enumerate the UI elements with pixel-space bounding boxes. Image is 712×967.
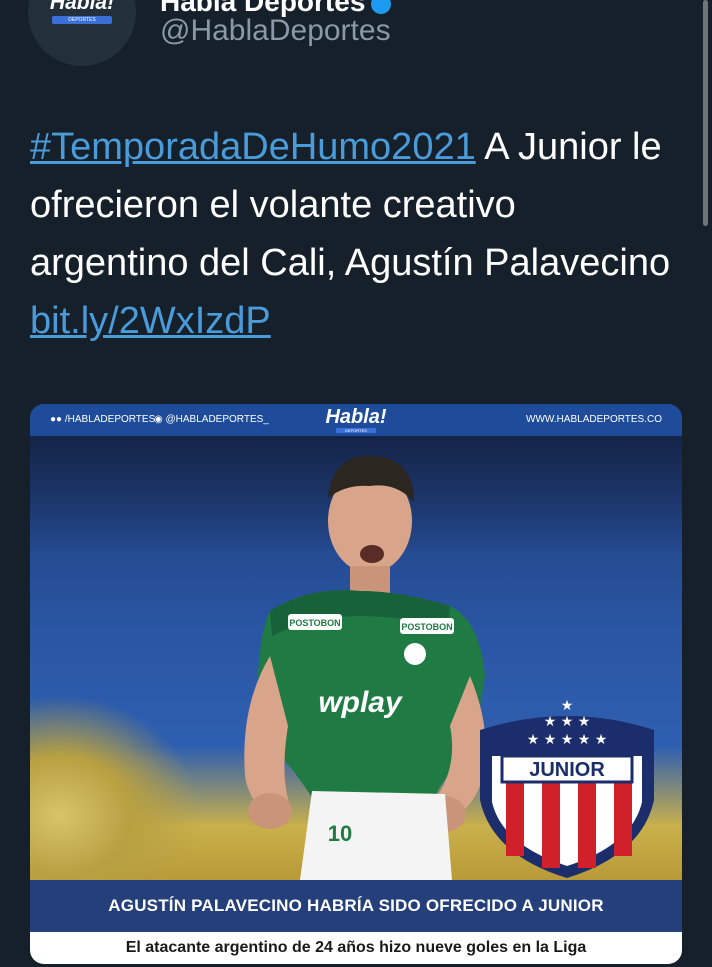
tweet-media-card[interactable]: ●● /HABLADEPORTES ◉ @HABLADEPORTES_ Habl…: [30, 404, 682, 964]
card-header-bar: ●● /HABLADEPORTES ◉ @HABLADEPORTES_ Habl…: [30, 404, 682, 436]
avatar-logo-subtext: DEPORTES: [52, 16, 112, 24]
card-headline: AGUSTÍN PALAVECINO HABRÍA SIDO OFRECIDO …: [30, 880, 682, 932]
player-figure: POSTOBON POSTOBON wplay 10: [244, 455, 486, 880]
badge-text: JUNIOR: [529, 759, 605, 781]
jersey-sponsor-top-left: POSTOBON: [289, 618, 340, 628]
shorts-number: 10: [328, 821, 352, 846]
account-handle[interactable]: @HablaDeportes: [160, 14, 391, 48]
card-subline: El atacante argentino de 24 años hizo nu…: [30, 932, 682, 964]
verified-badge-icon: [371, 0, 392, 14]
junior-badge-icon: JUNIOR ★ ★ ★ ★ ★ ★ ★ ★ ★: [480, 698, 654, 878]
jersey-main-sponsor: wplay: [318, 686, 403, 719]
svg-text:★ ★ ★ ★ ★: ★ ★ ★ ★ ★: [527, 732, 608, 748]
avatar-logo-text: Habla!: [49, 0, 115, 14]
account-avatar[interactable]: Habla! DEPORTES: [28, 0, 136, 66]
card-website: WWW.HABLADEPORTES.CO: [526, 414, 662, 425]
tweet-url-link[interactable]: bit.ly/2WxIzdP: [30, 300, 271, 342]
player-photo: POSTOBON POSTOBON wplay 10 JUNIOR ★ ★ ★ …: [30, 436, 682, 880]
tweet-text: #TemporadaDeHumo2021 A Junior le ofrecie…: [30, 118, 680, 350]
hashtag-link[interactable]: #TemporadaDeHumo2021: [30, 126, 476, 168]
jersey-sponsor-top-right: POSTOBON: [401, 622, 452, 632]
svg-text:★: ★: [561, 698, 574, 714]
card-logo-subtext: DEPORTES: [336, 428, 376, 433]
scrollbar-thumb[interactable]: [703, 0, 708, 226]
svg-text:★ ★ ★: ★ ★ ★: [544, 714, 591, 730]
